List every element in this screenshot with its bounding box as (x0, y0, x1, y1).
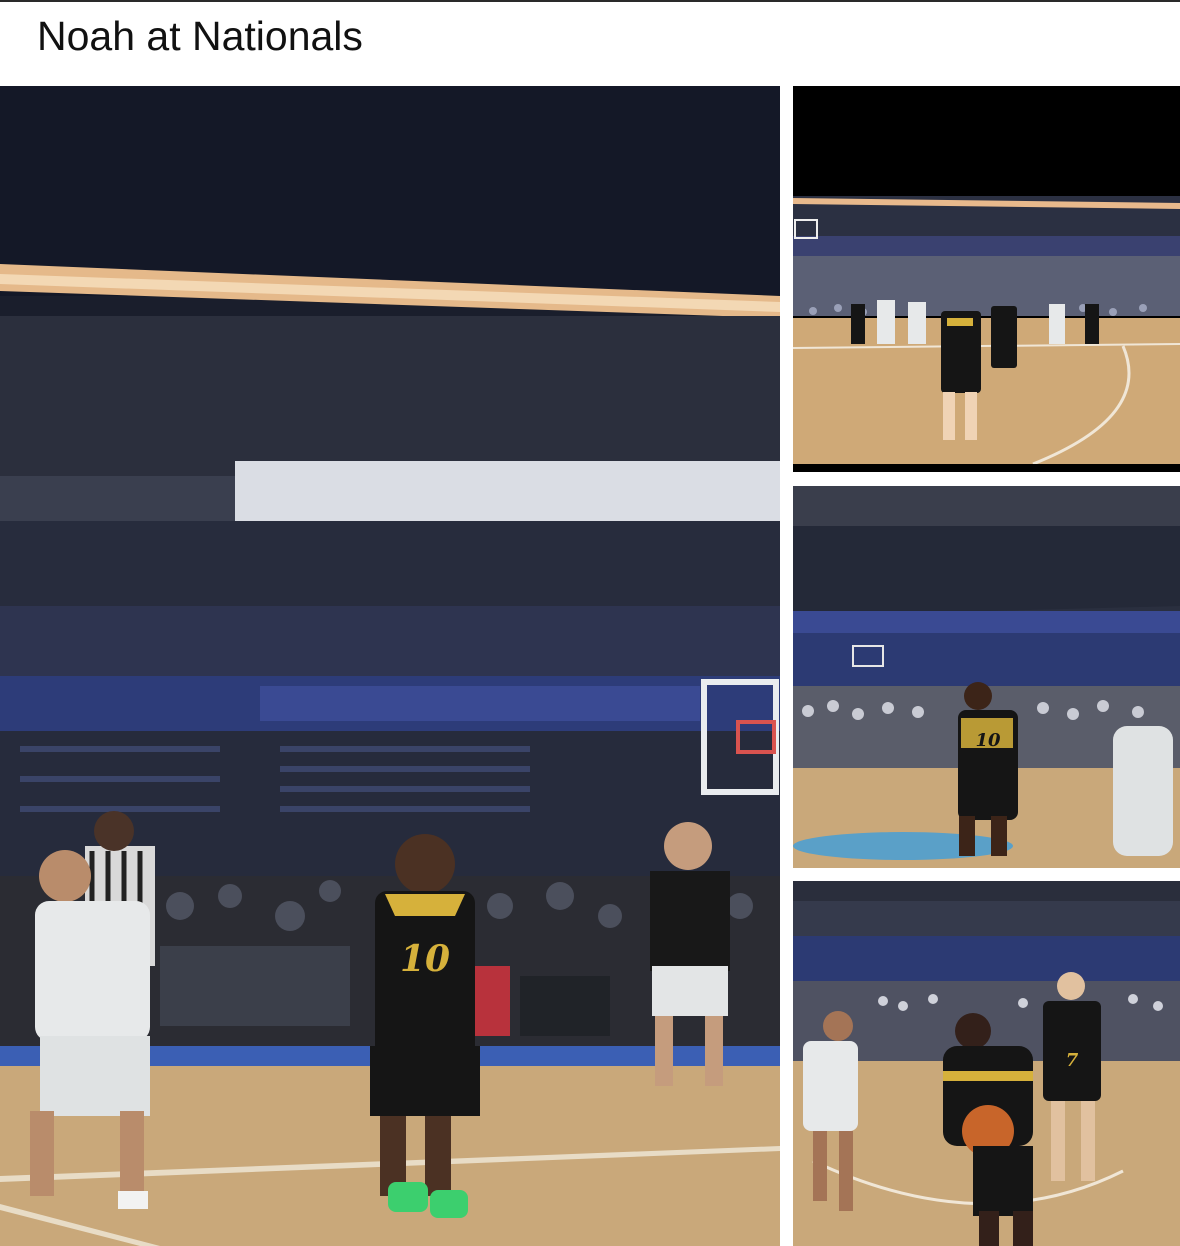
post-caption: Noah at Nationals (37, 13, 363, 59)
top-divider (0, 0, 1180, 2)
svg-text:10: 10 (975, 730, 1001, 751)
photo-court-wide-image (793, 86, 1180, 472)
photo-player-dribbling-image: 7 (793, 881, 1180, 1246)
svg-text:10: 10 (400, 938, 450, 980)
photo-player-10[interactable]: 10 (793, 486, 1180, 868)
post-card: Noah at Nationals 10 10 7 (0, 0, 1180, 1246)
photo-main-image: 10 (0, 86, 780, 1246)
photo-player-dribbling[interactable]: 7 (793, 881, 1180, 1246)
svg-text:7: 7 (1066, 1050, 1079, 1071)
photo-court-wide[interactable] (793, 86, 1180, 472)
photo-main[interactable]: 10 (0, 86, 780, 1246)
photo-player-10-image: 10 (793, 486, 1180, 868)
